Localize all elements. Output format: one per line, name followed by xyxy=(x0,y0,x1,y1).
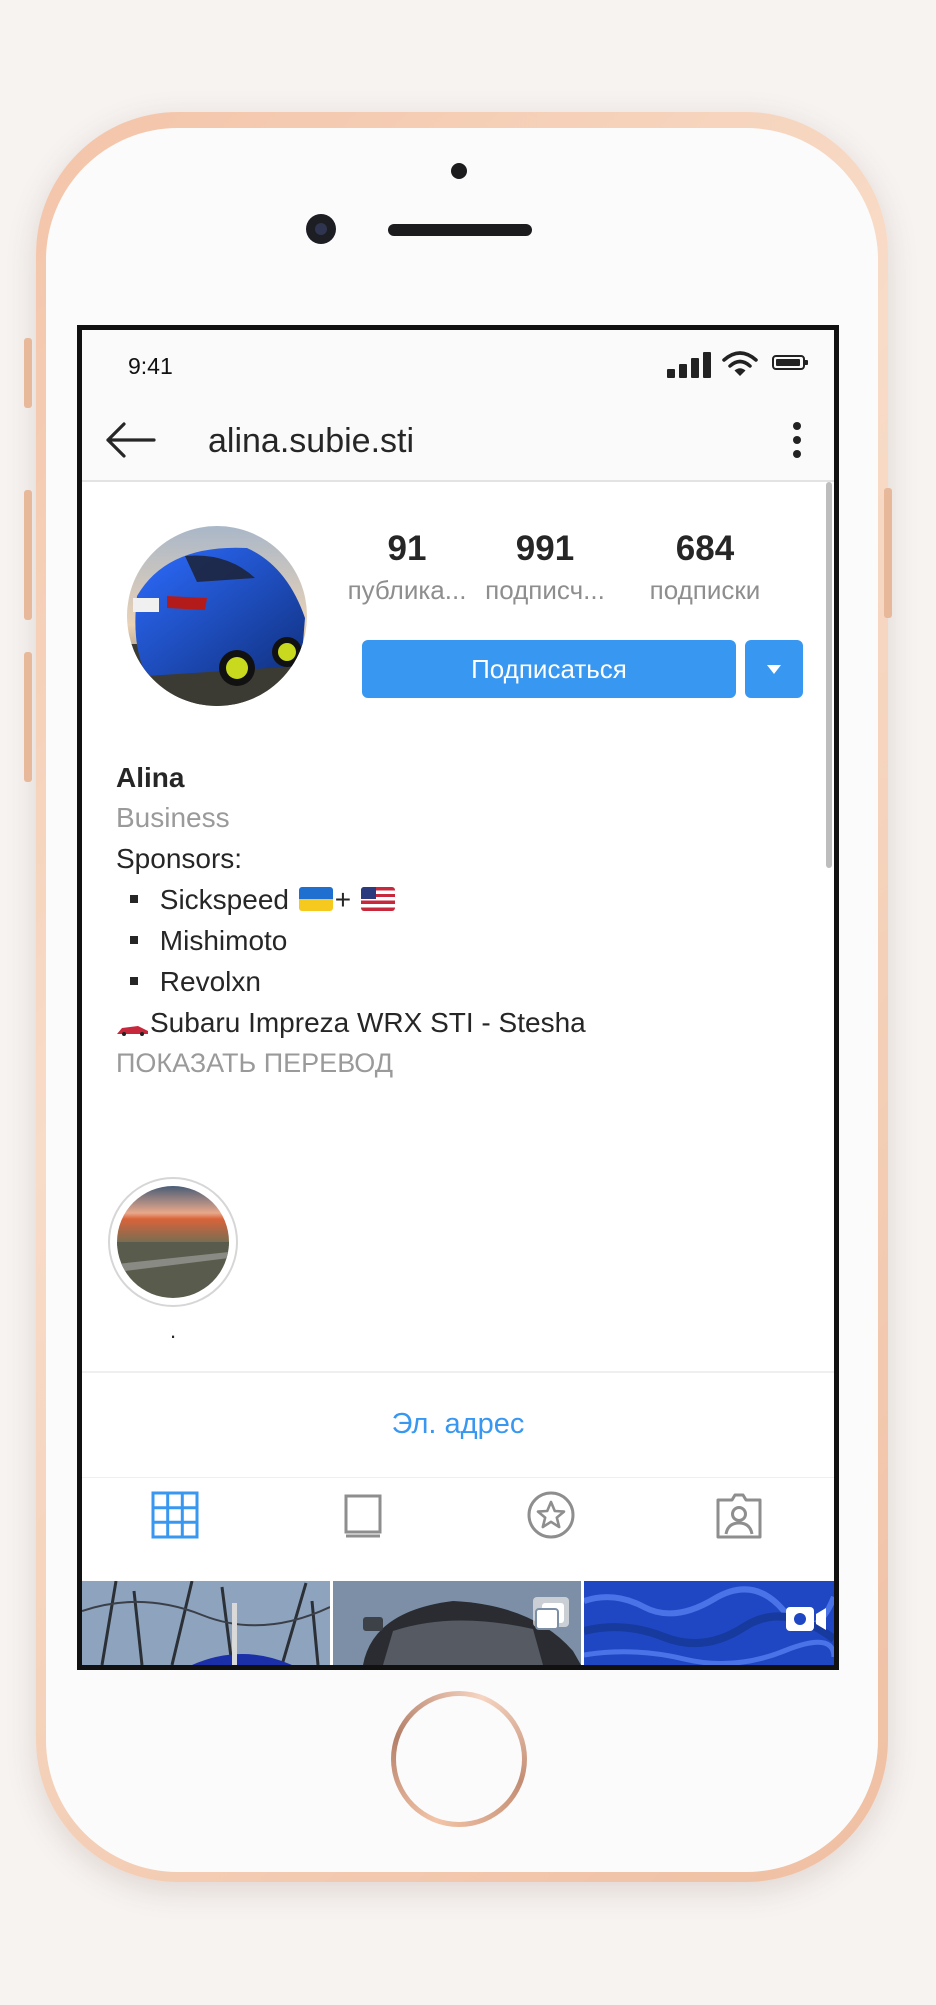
earpiece-speaker xyxy=(388,224,532,236)
bio-sponsor-item: Mishimoto xyxy=(116,920,816,961)
saved-star-icon xyxy=(527,1491,575,1539)
bio-car-text: Subaru Impreza WRX STI - Stesha xyxy=(150,1007,586,1038)
home-button[interactable] xyxy=(391,1691,527,1827)
feed-icon xyxy=(344,1494,382,1538)
email-contact-button[interactable]: Эл. адрес xyxy=(82,1408,834,1441)
grid-icon xyxy=(151,1491,199,1539)
post-thumbnail[interactable] xyxy=(82,1581,330,1665)
proximity-sensor xyxy=(451,163,467,179)
power-button xyxy=(884,488,892,618)
bio-name: Alina xyxy=(116,762,185,793)
profile-tabs xyxy=(82,1478,834,1552)
volume-down-button xyxy=(24,652,32,782)
bio-sponsor-item: Revolxn xyxy=(116,961,816,1002)
bio-category: Business xyxy=(116,802,230,833)
highlight-cover xyxy=(117,1186,229,1298)
sponsor-name: Mishimoto xyxy=(159,925,288,956)
following-count: 684 xyxy=(675,529,735,568)
tab-tagged[interactable] xyxy=(646,1478,834,1552)
sponsor-name: Revolxn xyxy=(159,966,261,997)
bio-car-line: Subaru Impreza WRX STI - Stesha xyxy=(116,1002,816,1043)
posts-count: 91 xyxy=(387,529,427,568)
following-stat[interactable]: 684 подписки xyxy=(629,527,781,609)
bio-sponsors-title: Sponsors: xyxy=(116,843,243,874)
instagram-profile-page: 9:41 alina.subie.sti 91 публика... 991 п… xyxy=(82,330,834,1665)
profile-header: alina.subie.sti xyxy=(82,400,834,482)
highlight-label: . xyxy=(169,1318,177,1343)
profile-username: alina.subie.sti xyxy=(208,422,415,460)
story-highlight[interactable] xyxy=(108,1177,238,1307)
battery-icon xyxy=(772,355,808,370)
usa-flag-icon xyxy=(360,886,395,911)
status-time: 9:41 xyxy=(128,353,173,379)
suggested-accounts-dropdown-icon[interactable] xyxy=(745,640,803,698)
multiple-photos-icon xyxy=(535,1603,564,1630)
tagged-icon xyxy=(716,1493,762,1539)
profile-avatar[interactable] xyxy=(127,526,307,706)
scrollbar[interactable] xyxy=(826,482,832,868)
volume-up-button xyxy=(24,490,32,620)
wifi-icon xyxy=(722,351,758,376)
followers-stat[interactable]: 991 подписч... xyxy=(469,527,621,609)
front-camera-icon xyxy=(306,214,336,244)
followers-label: подписч... xyxy=(485,575,605,605)
phone-screen: 9:41 alina.subie.sti 91 публика... 991 п… xyxy=(77,325,839,1670)
more-options-icon[interactable] xyxy=(782,418,812,462)
video-icon xyxy=(786,1607,826,1631)
ukraine-flag-icon xyxy=(298,886,333,911)
sponsor-name: Sickspeed xyxy=(159,884,289,915)
posts-grid xyxy=(82,1581,834,1665)
bio-sponsor-item: Sickspeed + xyxy=(116,879,816,920)
posts-stat[interactable]: 91 публика... xyxy=(331,527,483,609)
profile-bio: Alina Business Sponsors: Sickspeed + Mis… xyxy=(116,758,816,1083)
race-car-icon xyxy=(117,1025,148,1036)
status-bar: 9:41 xyxy=(82,330,834,400)
follow-button[interactable]: Подписаться xyxy=(362,640,736,698)
tab-saved[interactable] xyxy=(458,1478,646,1552)
tab-feed[interactable] xyxy=(270,1478,458,1552)
signal-icon xyxy=(667,352,713,378)
followers-count: 991 xyxy=(515,529,575,568)
show-translation-link[interactable]: ПОКАЗАТЬ ПЕРЕВОД xyxy=(116,1043,816,1083)
sponsor-join: + xyxy=(334,884,352,915)
following-label: подписки xyxy=(649,575,761,605)
divider xyxy=(82,1371,834,1373)
silent-switch xyxy=(24,338,32,408)
tab-grid[interactable] xyxy=(82,1478,270,1552)
posts-label: публика... xyxy=(347,575,467,605)
back-arrow-icon[interactable] xyxy=(102,416,158,464)
